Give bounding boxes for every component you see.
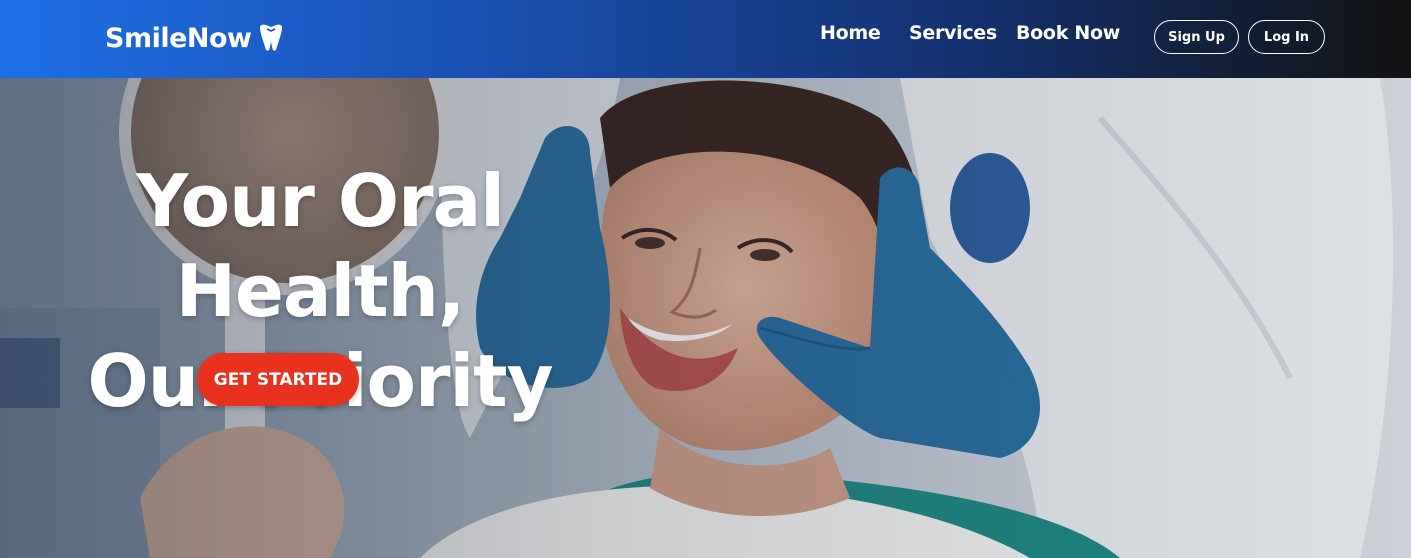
- brand-name: SmileNow: [105, 22, 252, 54]
- nav-book-now-link[interactable]: Book Now: [1016, 22, 1120, 44]
- brand-logo[interactable]: SmileNow: [105, 20, 284, 56]
- nav-services-link[interactable]: Services: [909, 22, 997, 44]
- nav-home-link[interactable]: Home: [820, 22, 881, 44]
- sign-up-button[interactable]: Sign Up: [1154, 20, 1239, 54]
- tooth-icon: [259, 24, 282, 51]
- log-in-button[interactable]: Log In: [1248, 20, 1325, 54]
- get-started-button[interactable]: GET STARTED: [197, 353, 359, 406]
- hero-section: Your Oral Health, Our Priority GET START…: [0, 78, 1411, 558]
- hero-title-line1: Your Oral Health,: [136, 159, 505, 333]
- top-navigation-bar: SmileNow Home Services Book Now Sign Up …: [0, 0, 1411, 78]
- landing-page: SmileNow Home Services Book Now Sign Up …: [0, 0, 1411, 558]
